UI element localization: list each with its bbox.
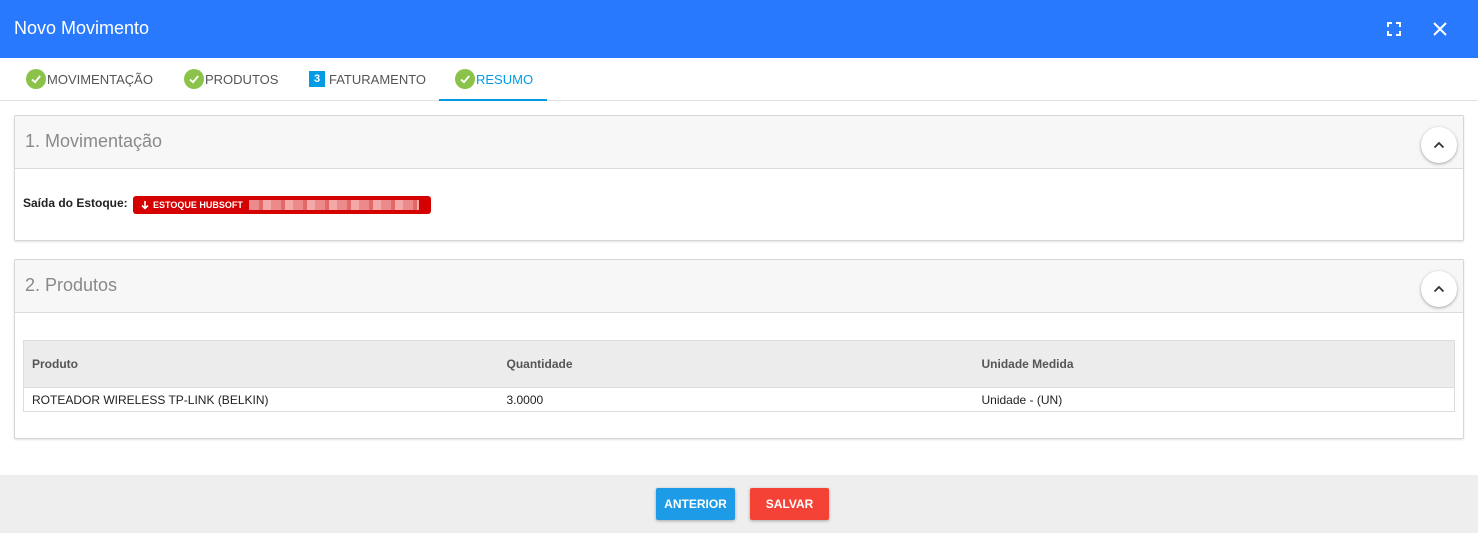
column-header-unidade: Unidade Medida (973, 340, 1455, 388)
dialog-footer: ANTERIOR SALVAR (0, 475, 1478, 533)
redacted-text (248, 200, 419, 210)
chevron-up-icon (1433, 285, 1445, 293)
tab-faturamento[interactable]: 3 FATURAMENTO (309, 58, 426, 100)
tab-label: PRODUTOS (205, 71, 279, 87)
tab-resumo[interactable]: RESUMO (438, 58, 548, 101)
tab-label: RESUMO (476, 71, 534, 87)
collapse-button[interactable] (1421, 271, 1457, 307)
section-produtos: 2. Produtos Produto Quantidade Unidade M… (14, 259, 1464, 439)
stock-exit-label: Saída do Estoque: (23, 196, 128, 210)
check-icon (26, 69, 46, 89)
collapse-button[interactable] (1421, 127, 1457, 163)
tab-label: MOVIMENTAÇÃO (47, 71, 153, 87)
tab-movimentacao[interactable]: MOVIMENTAÇÃO (26, 58, 153, 100)
wizard-tabs: MOVIMENTAÇÃO PRODUTOS 3 FATURAMENTO RESU… (0, 58, 1478, 101)
previous-button[interactable]: ANTERIOR (656, 488, 735, 520)
stock-badge-label: ESTOQUE HUBSOFT (153, 200, 243, 210)
dialog-header: Novo Movimento (0, 0, 1478, 58)
cell-unidade: Unidade - (UN) (973, 387, 1455, 412)
section-header: 2. Produtos (15, 260, 1463, 313)
section-title: 1. Movimentação (25, 131, 163, 151)
cell-quantidade: 3.0000 (498, 387, 974, 412)
fullscreen-button[interactable] (1381, 16, 1407, 42)
save-button[interactable]: SALVAR (750, 488, 829, 520)
fullscreen-icon (1387, 22, 1401, 36)
section-title: 2. Produtos (25, 275, 118, 295)
check-icon (455, 69, 475, 89)
dialog-title: Novo Movimento (14, 18, 150, 38)
section-header: 1. Movimentação (15, 116, 1463, 169)
step-number-badge: 3 (309, 71, 325, 87)
cell-produto: ROTEADOR WIRELESS TP-LINK (BELKIN) (23, 387, 499, 412)
column-header-produto: Produto (23, 340, 499, 388)
close-button[interactable] (1427, 16, 1453, 42)
stock-badge: ESTOQUE HUBSOFT (133, 196, 431, 214)
close-icon (1433, 22, 1447, 36)
check-icon (184, 69, 204, 89)
arrow-down-icon (141, 200, 149, 210)
chevron-up-icon (1433, 141, 1445, 149)
tab-produtos[interactable]: PRODUTOS (184, 58, 278, 100)
tab-label: FATURAMENTO (329, 71, 427, 87)
column-header-quantidade: Quantidade (498, 340, 974, 388)
products-table: Produto Quantidade Unidade Medida ROTEAD… (23, 340, 1455, 412)
section-movimentacao: 1. Movimentação Saída do Estoque: ESTOQU… (14, 115, 1464, 241)
table-header-row: Produto Quantidade Unidade Medida (23, 340, 1455, 388)
table-row: ROTEADOR WIRELESS TP-LINK (BELKIN) 3.000… (23, 387, 1455, 412)
